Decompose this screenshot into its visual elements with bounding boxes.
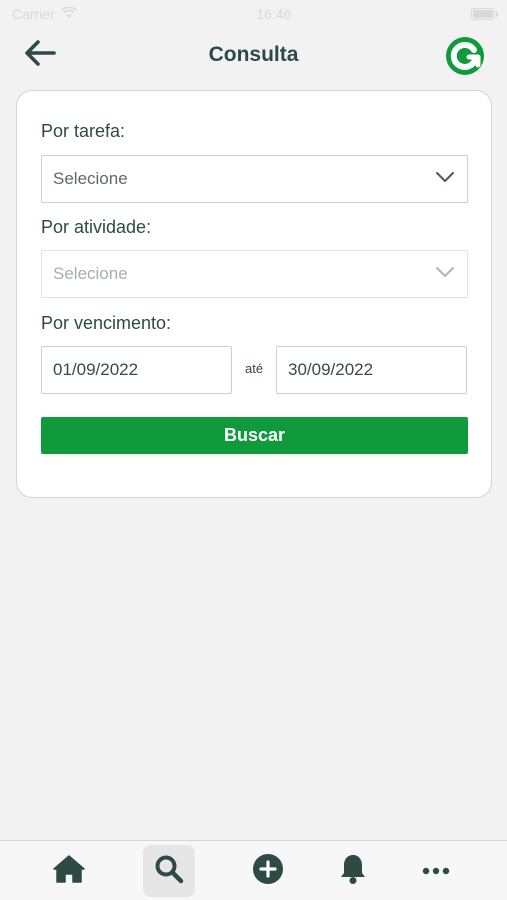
task-select[interactable]: Selecione (41, 155, 468, 203)
date-to-input[interactable]: 30/09/2022 (276, 346, 467, 394)
task-label: Por tarefa: (41, 121, 126, 141)
arrow-left-icon (24, 39, 56, 72)
date-separator-label: até (245, 361, 264, 376)
date-from-input[interactable]: 01/09/2022 (41, 346, 232, 394)
due-date-label: Por vencimento: (41, 313, 172, 333)
tab-bar (0, 840, 507, 900)
search-form-card: Por tarefa: Selecione Por atividade: Sel… (16, 90, 492, 498)
status-left: Carrier (12, 6, 77, 22)
app-logo-icon (445, 36, 485, 76)
wifi-icon (60, 6, 77, 22)
nav-bar: Consulta (0, 30, 507, 80)
carrier-label: Carrier (12, 6, 55, 22)
tab-notifications[interactable] (327, 845, 379, 897)
tab-add[interactable] (242, 845, 294, 897)
tab-more[interactable] (410, 845, 462, 897)
home-icon (52, 854, 86, 889)
status-bar: Carrier 16:46 (0, 0, 507, 28)
activity-select[interactable]: Selecione (41, 250, 468, 298)
activity-select-value: Selecione (53, 264, 128, 283)
status-time: 16:46 (256, 6, 292, 22)
search-button[interactable]: Buscar (41, 417, 468, 454)
bell-icon (339, 853, 367, 890)
chevron-down-icon (435, 170, 455, 188)
back-button[interactable] (22, 38, 58, 72)
chevron-down-icon (435, 265, 455, 283)
battery-icon (470, 8, 498, 20)
task-select-value: Selecione (53, 169, 128, 188)
add-circle-icon (252, 853, 284, 890)
search-icon (154, 854, 184, 889)
activity-label: Por atividade: (41, 217, 152, 237)
tab-home[interactable] (43, 845, 95, 897)
page-title: Consulta (208, 43, 299, 66)
more-icon (422, 862, 450, 880)
tab-search[interactable] (143, 845, 195, 897)
